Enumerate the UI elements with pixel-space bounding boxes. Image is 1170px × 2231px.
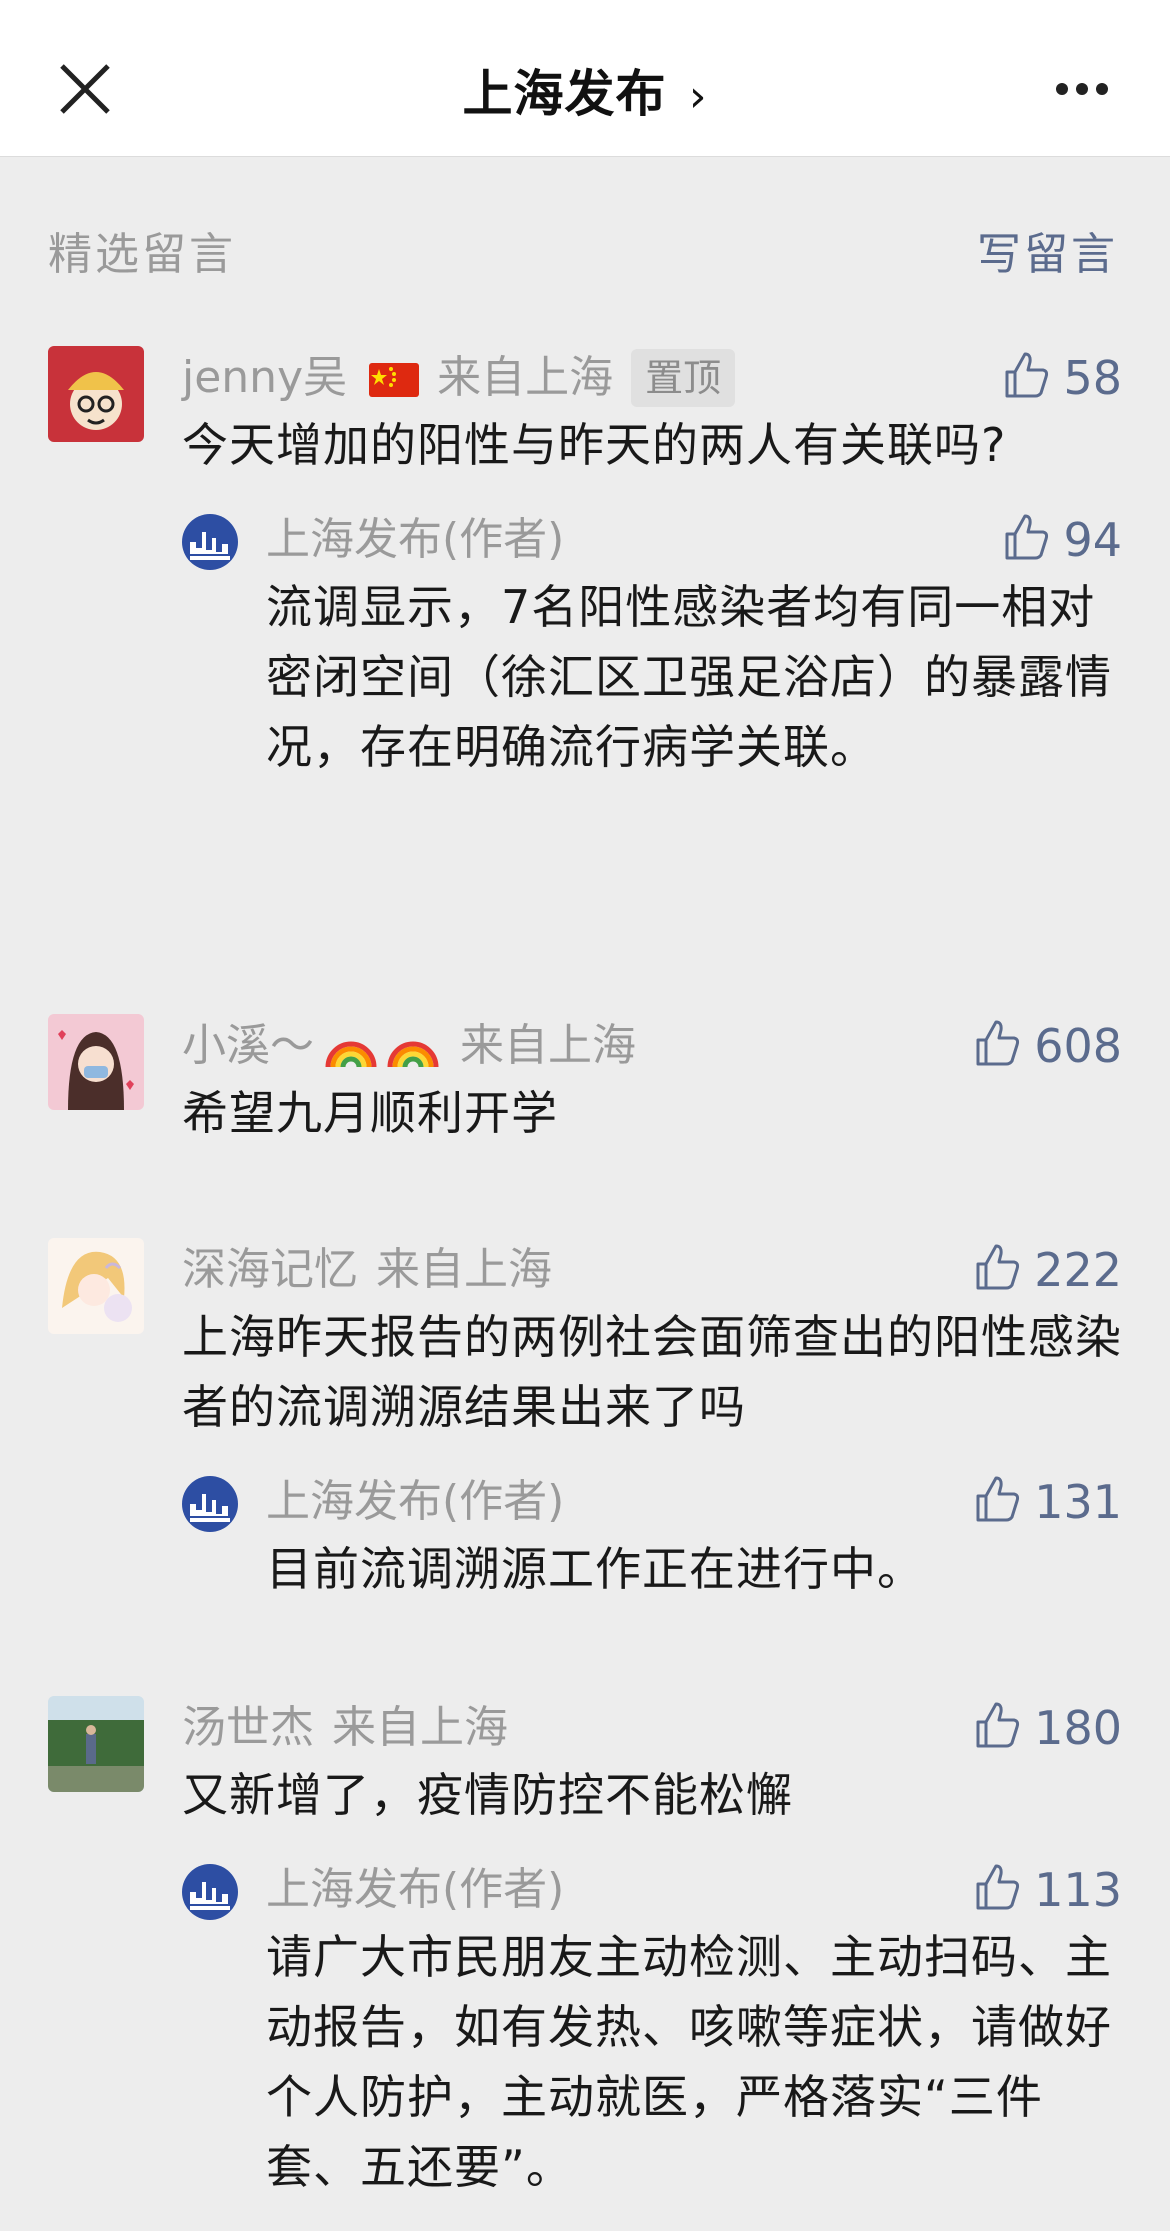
chevron-right-icon: › — [688, 71, 708, 122]
thumbs-up-icon — [976, 1864, 1020, 1910]
rainbow-icon — [325, 1041, 377, 1068]
author-avatar[interactable] — [182, 1476, 238, 1532]
comment-location: 来自上海 — [437, 352, 614, 403]
thumbs-up-icon — [976, 1244, 1020, 1290]
author-avatar[interactable] — [182, 1864, 238, 1920]
reply-meta: 上海发布(作者) — [266, 508, 1122, 572]
like-count: 608 — [1034, 1019, 1122, 1073]
comments-header: 精选留言 写留言 — [48, 218, 1118, 280]
reply-author-name[interactable]: 上海发布(作者) — [266, 1476, 564, 1527]
like-button[interactable]: 180 — [972, 1696, 1122, 1760]
avatar[interactable] — [48, 1238, 144, 1334]
comment-location: 来自上海 — [460, 1020, 636, 1071]
account-title-link[interactable]: 上海发布 › — [0, 54, 1170, 126]
like-button[interactable]: 58 — [1001, 346, 1122, 410]
like-count: 94 — [1063, 513, 1122, 567]
author-avatar[interactable] — [182, 514, 238, 570]
like-count: 58 — [1063, 351, 1122, 405]
thumbs-up-icon — [1005, 514, 1049, 560]
avatar[interactable] — [48, 1696, 144, 1792]
like-button[interactable]: 113 — [972, 1858, 1122, 1922]
author-reply: 上海发布(作者) 113 请广大市民朋友主动检测、主动扫码、主动报告，如有发热、… — [182, 1858, 1122, 2202]
thumbs-up-icon — [976, 1476, 1020, 1522]
china-flag-icon — [369, 363, 420, 397]
commenter-name[interactable]: 汤世杰 — [182, 1702, 314, 1753]
comment-text: 今天增加的阳性与昨天的两人有关联吗? — [182, 418, 1007, 472]
avatar[interactable] — [48, 346, 144, 442]
comment-meta: jenny吴 来自上海 置顶 — [182, 346, 1122, 410]
commenter-name[interactable]: jenny吴 — [182, 352, 347, 403]
rainbow-icon — [387, 1041, 439, 1068]
nav-bar: 上海发布 › — [0, 0, 1170, 157]
like-count: 180 — [1034, 1701, 1122, 1755]
thumbs-up-icon — [976, 1702, 1020, 1748]
reply-text: 流调显示，7名阳性感染者均有同一相对密闭空间（徐汇区卫强足浴店）的暴露情况，存在… — [266, 580, 1112, 774]
author-reply: 上海发布(作者) 94 流调显示，7名阳性感染者均有同一相对密闭空间（徐汇区卫强… — [182, 508, 1122, 782]
commenter-name[interactable]: 深海记忆 — [182, 1244, 358, 1295]
write-comment-button[interactable]: 写留言 — [977, 218, 1118, 282]
account-title: 上海发布 — [462, 65, 667, 123]
comment-text: 上海昨天报告的两例社会面筛查出的阳性感染者的流调溯源结果出来了吗 — [182, 1310, 1122, 1434]
comment-text: 又新增了，疫情防控不能松懈 — [182, 1768, 793, 1822]
reply-text: 目前流调溯源工作正在进行中。 — [266, 1542, 924, 1596]
like-count: 131 — [1034, 1475, 1122, 1529]
thumbs-up-icon — [976, 1020, 1020, 1066]
comment-location: 来自上海 — [332, 1702, 508, 1753]
like-button[interactable]: 608 — [972, 1014, 1122, 1078]
commenter-name[interactable]: 小溪～ — [182, 1020, 314, 1071]
featured-comments-label: 精选留言 — [48, 229, 236, 280]
like-button[interactable]: 222 — [972, 1238, 1122, 1302]
comment-location: 来自上海 — [376, 1244, 552, 1295]
reply-author-name[interactable]: 上海发布(作者) — [266, 514, 564, 565]
thumbs-up-icon — [1005, 352, 1049, 398]
like-count: 113 — [1034, 1863, 1122, 1917]
reply-text: 请广大市民朋友主动检测、主动扫码、主动报告，如有发热、咳嗽等症状，请做好个人防护… — [266, 1930, 1112, 2194]
reply-author-name[interactable]: 上海发布(作者) — [266, 1864, 564, 1915]
more-icon[interactable] — [1056, 80, 1118, 96]
pinned-badge: 置顶 — [631, 349, 736, 407]
author-reply: 上海发布(作者) 131 目前流调溯源工作正在进行中。 — [182, 1470, 1122, 1604]
like-count: 222 — [1034, 1243, 1122, 1297]
avatar[interactable] — [48, 1014, 144, 1110]
like-button[interactable]: 94 — [1001, 508, 1122, 572]
like-button[interactable]: 131 — [972, 1470, 1122, 1534]
comment-text: 希望九月顺利开学 — [182, 1086, 558, 1140]
